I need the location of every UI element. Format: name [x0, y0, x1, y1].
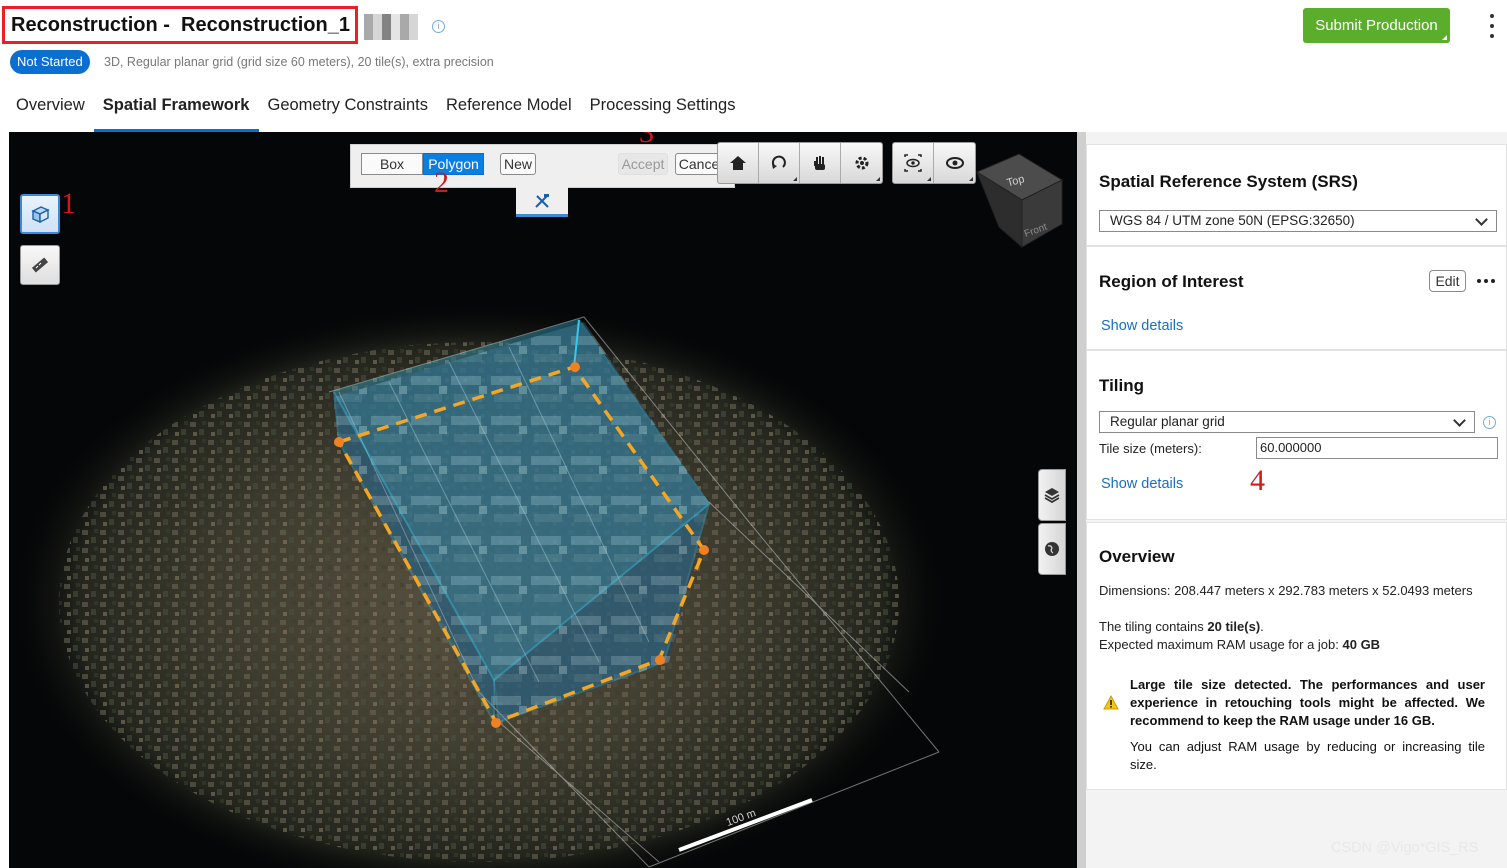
tile-count-text: The tiling contains 20 tile(s).: [1099, 619, 1264, 634]
panel-splitter[interactable]: [1077, 132, 1086, 868]
annotation-2: 2: [434, 166, 449, 199]
roi-vertex[interactable]: [334, 437, 344, 447]
globe-icon: [1045, 542, 1059, 556]
roi-more-icon[interactable]: [1477, 279, 1495, 283]
orbit-button[interactable]: [759, 143, 800, 183]
tab-reference-model[interactable]: Reference Model: [437, 84, 581, 132]
tile-size-input[interactable]: 60.000000: [1256, 437, 1498, 459]
orbit-icon: [771, 155, 786, 169]
roi-3d-tool-button[interactable]: [20, 194, 60, 234]
view-settings-button[interactable]: [841, 143, 882, 183]
box-mode-button[interactable]: Box: [361, 153, 423, 175]
annotation-4: 4: [1250, 464, 1265, 497]
polygon-mode-button[interactable]: Polygon: [423, 153, 484, 175]
navigation-toolbar: [717, 142, 883, 184]
polygon-toolbar-toggle[interactable]: [516, 187, 568, 217]
globe-button[interactable]: [1038, 523, 1066, 575]
layers-icon: [1044, 488, 1060, 503]
point-cloud-scene[interactable]: 100 m Top Front: [9, 132, 1077, 868]
chevron-down-icon: [1453, 414, 1466, 427]
overview-card: Overview Dimensions: 208.447 meters x 29…: [1086, 522, 1507, 790]
tab-bar: Overview Spatial Framework Geometry Cons…: [0, 84, 1080, 132]
home-view-button[interactable]: [718, 143, 759, 183]
watermark: CSDN @Vigo*GIS_RS: [1331, 840, 1479, 856]
tab-geometry-constraints[interactable]: Geometry Constraints: [259, 84, 437, 132]
submit-production-button[interactable]: Submit Production: [1303, 8, 1450, 43]
tab-spatial-framework[interactable]: Spatial Framework: [93, 84, 259, 132]
layers-button[interactable]: [1038, 469, 1066, 521]
polygon-toolbar: Box Polygon New Accept Cance: [350, 144, 735, 188]
srs-select[interactable]: WGS 84 / UTM zone 50N (EPSG:32650): [1099, 210, 1497, 232]
visibility-button[interactable]: [934, 143, 975, 183]
accept-button[interactable]: Accept: [618, 153, 668, 175]
status-badge: Not Started: [10, 50, 90, 74]
home-icon: [730, 156, 746, 170]
settings-panel: Spatial Reference System (SRS) WGS 84 / …: [1086, 132, 1507, 868]
ruler-icon: [31, 257, 49, 273]
pan-button[interactable]: [800, 143, 841, 183]
tile-size-value: 60.000000: [1260, 440, 1322, 455]
srs-value: WGS 84 / UTM zone 50N (EPSG:32650): [1110, 213, 1355, 228]
roi-vertex[interactable]: [699, 545, 709, 555]
info-icon[interactable]: i: [432, 20, 445, 33]
more-menu-icon[interactable]: [1486, 14, 1498, 38]
title-highlight: Reconstruction - Reconstruction_1: [2, 6, 358, 44]
eye-icon: [945, 157, 964, 169]
ram-usage-text: Expected maximum RAM usage for a job: 40…: [1099, 637, 1381, 652]
redacted-name: [364, 14, 418, 40]
page-title: Reconstruction - Reconstruction_1: [11, 13, 350, 36]
dimensions-text: Dimensions: 208.447 meters x 292.783 met…: [1099, 583, 1473, 598]
tiling-info-icon[interactable]: i: [1483, 416, 1496, 429]
cube-icon: [31, 206, 50, 224]
annotation-1: 1: [61, 187, 76, 220]
roi-title: Region of Interest: [1099, 272, 1244, 291]
measure-tool-button[interactable]: [20, 245, 60, 285]
tab-overview[interactable]: Overview: [0, 84, 94, 132]
tiling-mode-value: Regular planar grid: [1110, 414, 1225, 429]
new-polygon-button[interactable]: New: [500, 153, 536, 175]
warning-icon: [1103, 695, 1119, 710]
3d-viewport[interactable]: 100 m Top Front 1 Box Polygon New Accept…: [9, 132, 1077, 868]
focus-eye-icon: [904, 154, 922, 172]
warning-message: Large tile size detected. The performanc…: [1130, 677, 1485, 728]
annotation-3: 3: [639, 132, 654, 149]
tile-size-label: Tile size (meters):: [1099, 441, 1202, 456]
chevron-down-icon: [1475, 213, 1488, 226]
warning-hint: You can adjust RAM usage by reducing or …: [1130, 739, 1485, 772]
tiling-card: Tiling Regular planar grid i Tile size (…: [1086, 350, 1507, 520]
roi-vertex[interactable]: [570, 362, 580, 372]
roi-vertex[interactable]: [655, 655, 665, 665]
overview-title: Overview: [1099, 547, 1175, 566]
srs-title: Spatial Reference System (SRS): [1099, 172, 1358, 191]
job-summary: 3D, Regular planar grid (grid size 60 me…: [104, 55, 494, 69]
roi-show-details-link[interactable]: Show details: [1101, 318, 1183, 334]
roi-edit-button[interactable]: Edit: [1429, 270, 1466, 292]
roi-card: Region of Interest Edit Show details: [1086, 246, 1507, 350]
tools-icon: [535, 193, 549, 208]
app-root: { "header": { "title": "Reconstruction -…: [0, 0, 1507, 868]
focus-view-button[interactable]: [893, 143, 934, 183]
visibility-toolbar: [892, 142, 976, 184]
roi-vertex[interactable]: [491, 718, 501, 728]
cancel-button[interactable]: Cance: [675, 153, 723, 175]
tiling-mode-select[interactable]: Regular planar grid: [1099, 411, 1475, 433]
srs-card: Spatial Reference System (SRS) WGS 84 / …: [1086, 144, 1507, 246]
tiling-title: Tiling: [1099, 376, 1145, 395]
tiling-show-details-link[interactable]: Show details: [1101, 476, 1183, 492]
gear-icon: [855, 156, 868, 170]
hand-icon: [814, 156, 825, 170]
view-cube[interactable]: Top Front: [975, 153, 1064, 249]
tab-processing-settings[interactable]: Processing Settings: [581, 84, 745, 132]
